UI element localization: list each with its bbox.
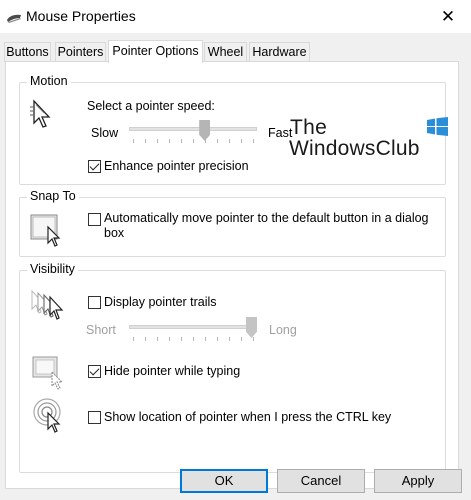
pointer-trails-label[interactable]: Display pointer trails bbox=[104, 295, 217, 309]
title-bar: Mouse Properties ✕ bbox=[0, 0, 471, 33]
show-location-label[interactable]: Show location of pointer when I press th… bbox=[104, 410, 391, 424]
window-title: Mouse Properties bbox=[26, 8, 136, 24]
tab-wheel[interactable]: Wheel bbox=[204, 42, 247, 62]
show-location-checkbox[interactable] bbox=[88, 411, 101, 424]
hide-pointer-typing-label[interactable]: Hide pointer while typing bbox=[104, 364, 240, 378]
slider-tick bbox=[253, 337, 254, 341]
visibility-group-label: Visibility bbox=[27, 262, 78, 276]
snap-to-label-line2[interactable]: box bbox=[104, 226, 124, 240]
mouse-icon bbox=[7, 14, 21, 23]
speed-slider-thumb[interactable] bbox=[199, 120, 211, 141]
snap-to-group: Snap To Automatically move pointer to th… bbox=[19, 189, 446, 257]
tab-pointers[interactable]: Pointers bbox=[55, 42, 106, 62]
tab-label: Pointers bbox=[57, 45, 104, 59]
slider-tick bbox=[229, 337, 230, 341]
slider-tick bbox=[133, 139, 134, 143]
slider-tick bbox=[133, 337, 134, 341]
slider-tick bbox=[217, 337, 218, 341]
tab-hardware[interactable]: Hardware bbox=[249, 42, 310, 62]
slider-tick bbox=[193, 337, 194, 341]
slider-tick bbox=[229, 139, 230, 143]
enhance-precision-label[interactable]: Enhance pointer precision bbox=[104, 159, 249, 173]
show-location-icon bbox=[33, 398, 61, 433]
tab-label: Hardware bbox=[252, 45, 307, 59]
tab-label: Wheel bbox=[207, 45, 244, 59]
dialog-body: Buttons Pointers Pointer Options Wheel H… bbox=[0, 33, 471, 500]
snap-to-label-line1[interactable]: Automatically move pointer to the defaul… bbox=[104, 211, 429, 225]
motion-group-label: Motion bbox=[27, 74, 71, 88]
long-label: Long bbox=[269, 323, 297, 337]
cancel-button[interactable]: Cancel bbox=[277, 469, 365, 493]
slider-tick bbox=[241, 337, 242, 341]
slider-tick bbox=[157, 337, 158, 341]
tab-label: Pointer Options bbox=[112, 44, 199, 58]
watermark-logo: The WindowsClub bbox=[288, 114, 450, 164]
windows-logo-icon bbox=[427, 117, 448, 136]
slider-tick bbox=[253, 139, 254, 143]
snap-to-group-label: Snap To bbox=[27, 189, 79, 203]
ok-button[interactable]: OK bbox=[180, 469, 268, 493]
slider-tick bbox=[145, 139, 146, 143]
visibility-group: Visibility Display pointer trails Short … bbox=[19, 262, 446, 473]
speed-label: Select a pointer speed: bbox=[87, 99, 215, 113]
tab-buttons[interactable]: Buttons bbox=[4, 42, 51, 62]
slider-tick bbox=[181, 337, 182, 341]
close-icon: ✕ bbox=[440, 6, 456, 26]
speed-slider-track bbox=[129, 127, 257, 131]
hide-pointer-icon bbox=[32, 356, 64, 390]
tab-pointer-options[interactable]: Pointer Options bbox=[108, 40, 203, 63]
slider-tick bbox=[217, 139, 218, 143]
watermark-line2: WindowsClub bbox=[289, 137, 420, 160]
slider-tick bbox=[145, 337, 146, 341]
slider-tick bbox=[157, 139, 158, 143]
slider-tick bbox=[169, 139, 170, 143]
slider-tick bbox=[193, 139, 194, 143]
slider-tick bbox=[181, 139, 182, 143]
snap-to-default-checkbox[interactable] bbox=[88, 213, 101, 226]
tab-label: Buttons bbox=[6, 45, 49, 59]
pointer-options-panel: Motion Select a pointer speed: Slow Fast… bbox=[5, 61, 459, 489]
slider-tick bbox=[241, 139, 242, 143]
trail-slider-track bbox=[129, 325, 257, 329]
close-button[interactable]: ✕ bbox=[425, 0, 471, 33]
hide-pointer-typing-checkbox[interactable] bbox=[88, 365, 101, 378]
apply-button[interactable]: Apply bbox=[374, 469, 462, 493]
slider-tick bbox=[169, 337, 170, 341]
slow-label: Slow bbox=[91, 126, 119, 140]
snap-to-icon bbox=[30, 214, 61, 247]
pointer-trails-checkbox[interactable] bbox=[88, 296, 101, 309]
slider-tick bbox=[205, 337, 206, 341]
trail-slider-thumb[interactable] bbox=[246, 317, 257, 338]
short-label: Short bbox=[86, 323, 116, 337]
pointer-speed-icon bbox=[30, 99, 51, 128]
enhance-precision-checkbox[interactable] bbox=[88, 160, 101, 173]
pointer-trails-icon bbox=[31, 289, 64, 320]
